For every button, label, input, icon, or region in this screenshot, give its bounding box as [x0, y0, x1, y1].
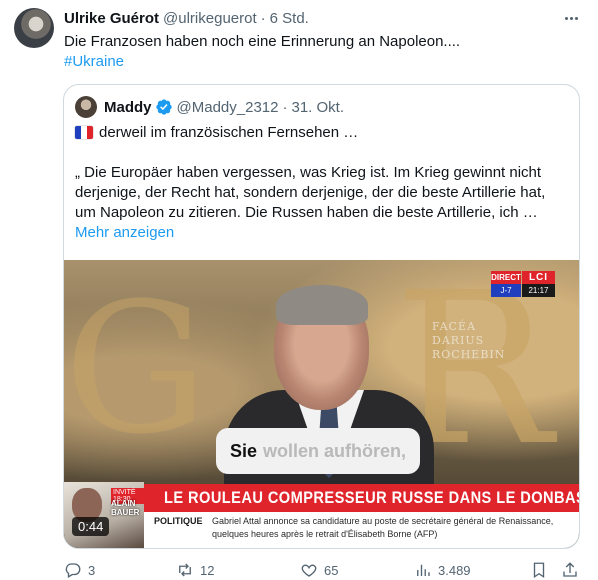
verified-badge-icon: [155, 99, 172, 115]
wall-caption-line: FACÉA: [432, 320, 477, 333]
lci-logo-text: LCI: [522, 271, 555, 284]
author-avatar[interactable]: [14, 8, 54, 48]
quoted-tweet[interactable]: Maddy @Maddy_2312 · 31. Okt. derweil im …: [63, 84, 580, 549]
ticker-text: Gabriel Attal annonce sa candidature au …: [212, 516, 554, 539]
quoted-tweet-header: Maddy @Maddy_2312 · 31. Okt.: [104, 97, 344, 117]
share-icon: [563, 562, 577, 577]
tweet-text-line: Die Franzosen haben noch eine Erinnerung…: [64, 33, 461, 50]
wall-caption-line: ROCHEBIN: [432, 348, 506, 361]
show-more-link[interactable]: Mehr anzeigen: [75, 223, 570, 243]
quoted-tweet-time[interactable]: 31. Okt.: [291, 99, 344, 116]
author-handle[interactable]: @ulrikeguerot: [163, 10, 257, 27]
bookmark-button[interactable]: [530, 560, 554, 580]
quoted-author-name[interactable]: Maddy: [104, 99, 152, 116]
hashtag-link[interactable]: #Ukraine: [64, 52, 584, 72]
views-button[interactable]: 3.489: [414, 560, 471, 580]
action-bar: 3 12 65 3.489: [64, 560, 584, 580]
lci-clock: 21:17: [522, 284, 555, 297]
tweet-header: Ulrike Guérot @ulrikeguerot · 6 Std.: [64, 8, 309, 28]
quoted-author-avatar[interactable]: [75, 96, 97, 118]
quoted-line-1-text: derweil im französischen Fernsehen …: [99, 124, 359, 141]
author-name[interactable]: Ulrike Guérot: [64, 10, 159, 27]
wall-caption: FACÉA DARIUS ROCHEBIN: [432, 320, 505, 362]
like-button[interactable]: 65: [300, 560, 338, 580]
ticker-category: POLITIQUE: [154, 516, 203, 526]
lci-day-label: J-7: [491, 284, 521, 297]
repost-count: 12: [200, 562, 215, 578]
repost-icon: [179, 563, 191, 577]
quoted-line-1: derweil im französischen Fernsehen …: [75, 123, 570, 143]
guest-inset: INVITÉ 18:30 ALAIN BAUER: [64, 482, 144, 548]
reply-button[interactable]: 3: [64, 560, 95, 580]
subtitle-upcoming: wollen aufhören,: [263, 440, 407, 461]
decor-letter: G: [64, 265, 208, 474]
tweet-time[interactable]: 6 Std.: [270, 10, 309, 27]
video-duration: 0:44: [72, 517, 110, 536]
guest-last-name: BAUER: [111, 508, 140, 517]
guest-name: ALAIN BAUER: [111, 499, 139, 517]
guest-first-name: ALAIN: [111, 499, 136, 508]
tweet[interactable]: Ulrike Guérot @ulrikeguerot · 6 Std. Die…: [0, 0, 598, 580]
french-flag-icon: [75, 126, 93, 139]
reply-icon: [65, 563, 81, 578]
view-count: 3.489: [438, 562, 471, 578]
video-player[interactable]: G R FACÉA DARIUS ROCHEBIN DIRECT LCI J-7…: [64, 260, 579, 548]
tweet-text: Die Franzosen haben noch eine Erinnerung…: [64, 32, 584, 72]
like-count: 65: [324, 562, 339, 578]
separator-dot: ·: [282, 98, 288, 116]
more-options-icon[interactable]: [560, 8, 582, 28]
lci-direct-label: DIRECT: [491, 271, 521, 284]
news-ticker: POLITIQUE Gabriel Attal annonce sa candi…: [144, 512, 579, 548]
subtitle-current-word: Sie: [230, 440, 258, 461]
news-banner-text: LE ROULEAU COMPRESSEUR RUSSE DANS LE DON…: [164, 488, 579, 507]
wall-caption-line: DARIUS: [432, 334, 485, 347]
lci-logo: DIRECT LCI J-7 21:17: [491, 271, 555, 297]
video-subtitle: Sie wollen aufhören,: [216, 428, 421, 474]
reply-count: 3: [88, 562, 96, 578]
repost-button[interactable]: 12: [176, 560, 214, 580]
quoted-tweet-text: derweil im französischen Fernsehen … „ D…: [75, 123, 570, 243]
share-button[interactable]: [561, 560, 585, 580]
quoted-author-handle[interactable]: @Maddy_2312: [177, 99, 279, 116]
views-chart-icon: [417, 564, 430, 576]
heart-icon: [301, 564, 317, 577]
speaker-hair: [276, 285, 368, 325]
separator-dot: ·: [260, 9, 266, 27]
quoted-body: „ Die Europäer haben vergessen, was Krie…: [75, 164, 546, 221]
bookmark-icon: [533, 562, 545, 579]
